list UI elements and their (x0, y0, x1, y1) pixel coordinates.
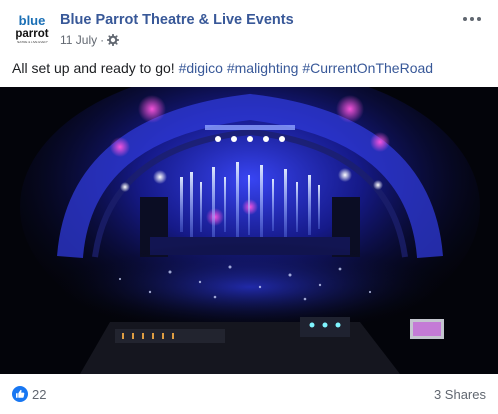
like-icon[interactable] (12, 386, 28, 402)
more-options-icon[interactable] (458, 9, 486, 29)
post-header: blue parrot THEATRE & LIVE EVENTS Blue P… (12, 9, 486, 51)
post-message-text: All set up and ready to go! (12, 60, 175, 76)
avatar-logo-text-2: parrot (15, 28, 48, 40)
gear-icon[interactable] (107, 33, 120, 47)
post-photo[interactable] (0, 87, 498, 374)
post-footer: 22 3 Shares (12, 384, 486, 406)
hashtag-link[interactable]: #CurrentOnTheRoad (302, 60, 433, 76)
shares-count[interactable]: 3 Shares (434, 387, 486, 402)
avatar-logo-text-3: THEATRE & LIVE EVENTS (14, 40, 51, 44)
hashtag-link[interactable]: #malighting (227, 60, 299, 76)
hashtag-link[interactable]: #digico (179, 60, 223, 76)
page-name-link[interactable]: Blue Parrot Theatre & Live Events (60, 12, 294, 28)
facebook-post: blue parrot THEATRE & LIVE EVENTS Blue P… (0, 0, 498, 414)
post-meta: 11 July · (60, 33, 120, 47)
page-avatar[interactable]: blue parrot THEATRE & LIVE EVENTS (12, 9, 52, 49)
meta-separator: · (100, 33, 105, 47)
post-message: All set up and ready to go! #digico #mal… (12, 60, 486, 76)
avatar-logo-text-1: blue (19, 13, 46, 28)
stage-photo-image (0, 87, 498, 374)
like-count[interactable]: 22 (32, 387, 46, 402)
avatar-logo: blue parrot THEATRE & LIVE EVENTS (12, 9, 52, 49)
post-date[interactable]: 11 July (60, 33, 97, 47)
